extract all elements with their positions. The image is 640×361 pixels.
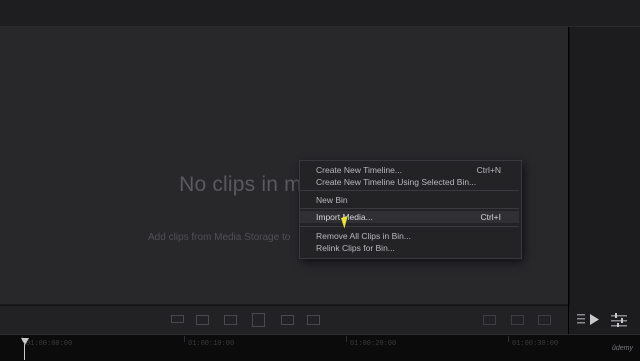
- place-on-top-icon[interactable]: [281, 315, 294, 325]
- menu-item-label: New Bin: [316, 195, 348, 205]
- timecode-label: 01:00:00:00: [26, 340, 73, 348]
- empty-pool-subtitle: Add clips from Media Storage to: [148, 232, 291, 243]
- media-pool-toolbar: [0, 305, 568, 335]
- right-toolbar: [569, 305, 640, 334]
- timecode-label: 01:00:10:00: [188, 340, 235, 348]
- menu-separator: [300, 226, 519, 227]
- menu-item-new-bin[interactable]: New Bin: [300, 194, 519, 206]
- menu-item-create-new-timeline[interactable]: Create New Timeline... Ctrl+N: [300, 164, 519, 176]
- menu-item-label: Remove All Clips in Bin...: [316, 231, 411, 241]
- clip-view-icon[interactable]: [171, 315, 184, 323]
- ruler-tick: [346, 336, 347, 342]
- context-menu: Create New Timeline... Ctrl+N Create New…: [299, 160, 522, 259]
- menu-item-label: Create New Timeline...: [316, 165, 402, 175]
- right-side-panel: [569, 27, 640, 334]
- waveform-icon[interactable]: [538, 315, 551, 325]
- ruler-tick: [508, 336, 509, 342]
- thumbnail-view-icon[interactable]: [511, 315, 524, 325]
- menu-item-create-timeline-selected-bin[interactable]: Create New Timeline Using Selected Bin..…: [300, 176, 519, 188]
- menu-separator: [300, 208, 519, 209]
- menu-item-label: Create New Timeline Using Selected Bin..…: [316, 177, 477, 187]
- timecode-label: 01:00:20:00: [350, 340, 397, 348]
- settings-sliders-icon[interactable]: [611, 313, 627, 327]
- ripple-icon[interactable]: [307, 315, 320, 325]
- overwrite-icon[interactable]: [224, 315, 237, 325]
- playhead-icon[interactable]: [21, 338, 29, 345]
- timecode-label: 01:00:30:00: [512, 340, 559, 348]
- top-bar: [0, 0, 640, 27]
- menu-item-remove-all-clips[interactable]: Remove All Clips in Bin...: [300, 230, 519, 242]
- playhead-line: [24, 344, 25, 360]
- watermark: ûdemy: [612, 345, 634, 352]
- menu-item-relink-clips[interactable]: Relink Clips for Bin...: [300, 242, 519, 254]
- append-icon[interactable]: [196, 315, 209, 325]
- menu-item-shortcut: Ctrl+I: [480, 212, 501, 222]
- play-panel-icon[interactable]: [577, 313, 601, 327]
- replace-icon[interactable]: [252, 313, 265, 327]
- menu-item-label: Relink Clips for Bin...: [316, 243, 395, 253]
- menu-item-shortcut: Ctrl+N: [476, 165, 501, 175]
- ruler-tick: [184, 336, 185, 342]
- list-view-icon[interactable]: [483, 315, 496, 325]
- menu-item-import-media[interactable]: Import Media... Ctrl+I: [300, 211, 519, 223]
- menu-separator: [300, 190, 519, 191]
